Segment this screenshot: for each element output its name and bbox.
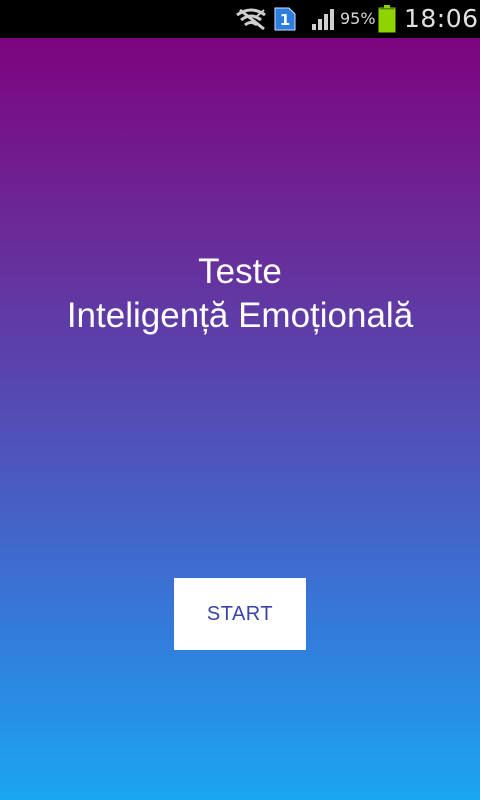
battery-percent: 95% <box>340 9 376 28</box>
title-line-2: Inteligență Emoțională <box>66 296 414 335</box>
sim-label: 1 <box>280 11 290 29</box>
page-title: Teste Inteligență Emoțională <box>0 250 480 338</box>
battery-icon <box>376 0 398 38</box>
start-button[interactable]: START <box>174 578 306 650</box>
signal-icon <box>310 0 338 38</box>
wifi-off-icon <box>232 0 270 38</box>
app-screen: Teste Inteligență Emoțională START <box>0 38 480 800</box>
sim-1-icon: 1 <box>272 0 298 38</box>
title-line-1: Teste <box>198 252 282 291</box>
status-bar: 1 95% 18:06 <box>0 0 480 38</box>
clock-time: 18:06 <box>404 4 479 33</box>
